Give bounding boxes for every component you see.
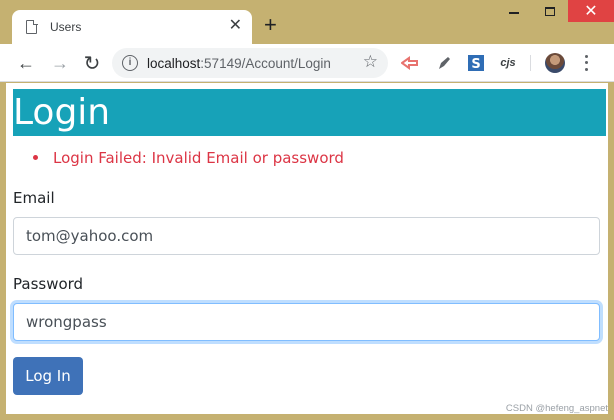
reload-button[interactable]: ↻ [80, 51, 104, 75]
profile-avatar[interactable] [545, 53, 565, 73]
menu-kebab-icon[interactable] [580, 53, 592, 73]
arrow-svg [401, 56, 418, 70]
title-bar: Users ✕ + ✕ [0, 0, 614, 44]
extension-pen-icon[interactable] [434, 53, 454, 73]
browser-window: Users ✕ + ✕ ← → ↻ i localhost:57149/Acco… [0, 0, 614, 420]
login-button[interactable]: Log In [13, 357, 83, 395]
extension-cjs-icon[interactable]: cjs [498, 53, 518, 73]
extension-s-icon[interactable]: S [466, 53, 486, 73]
email-field[interactable]: tom@yahoo.com [13, 217, 600, 255]
maximize-button[interactable] [532, 0, 568, 22]
tab-close-icon[interactable]: ✕ [229, 17, 242, 35]
browser-tab[interactable]: Users ✕ [12, 10, 252, 44]
page-icon [26, 19, 38, 34]
email-label: Email [13, 189, 55, 207]
kebab-dot [584, 61, 588, 65]
bookmark-star-icon[interactable]: ☆ [363, 52, 378, 72]
url-text[interactable]: localhost:57149/Account/Login [147, 56, 331, 71]
maximize-icon [545, 6, 555, 16]
url-path: :57149/Account/Login [200, 56, 331, 71]
address-bar[interactable]: i localhost:57149/Account/Login ☆ [112, 48, 388, 78]
pen-svg [439, 57, 450, 69]
password-field[interactable]: wrongpass [13, 303, 600, 341]
toolbar-divider [530, 55, 531, 71]
forward-button[interactable]: → [48, 51, 72, 75]
info-icon[interactable]: i [122, 55, 138, 71]
tab-title: Users [50, 20, 82, 34]
s-svg: S [468, 55, 484, 72]
kebab-dot [584, 68, 588, 72]
validation-summary: Login Failed: Invalid Email or password [33, 149, 344, 167]
close-window-button[interactable]: ✕ [568, 0, 614, 22]
page-viewport: Login Login Failed: Invalid Email or pas… [6, 83, 608, 414]
error-message: Login Failed: Invalid Email or password [33, 149, 344, 167]
password-label: Password [13, 275, 84, 293]
page-title: Login [13, 89, 606, 136]
kebab-dot [584, 54, 588, 58]
browser-toolbar: ← → ↻ i localhost:57149/Account/Login ☆ … [0, 44, 614, 82]
back-button[interactable]: ← [14, 51, 38, 75]
url-host: localhost [147, 56, 201, 71]
svg-text:S: S [471, 57, 480, 72]
watermark: CSDN @hefeng_aspnet [505, 403, 608, 414]
minimize-button[interactable] [496, 0, 532, 22]
extension-arrow-icon[interactable] [400, 53, 420, 73]
minimize-icon [509, 12, 519, 14]
window-controls: ✕ [496, 0, 614, 22]
new-tab-button[interactable]: + [264, 14, 277, 36]
